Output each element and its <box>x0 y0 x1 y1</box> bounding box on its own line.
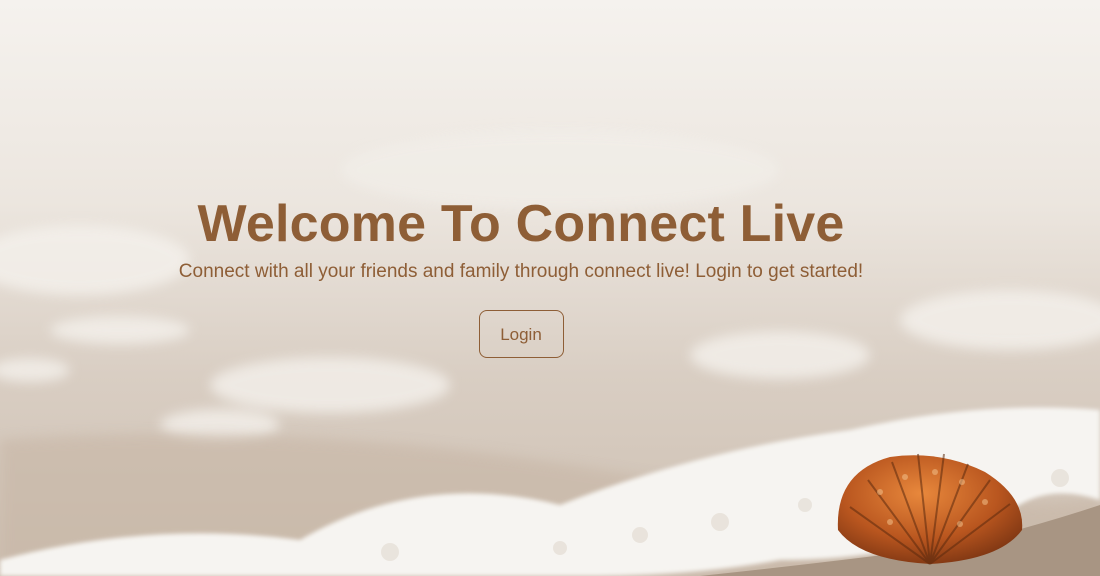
hero-subtitle: Connect with all your friends and family… <box>178 261 864 282</box>
page-title: Welcome To Connect Live <box>197 195 845 253</box>
login-button[interactable]: Login <box>478 310 564 358</box>
hero-section: Welcome To Connect Live Connect with all… <box>0 190 1100 358</box>
